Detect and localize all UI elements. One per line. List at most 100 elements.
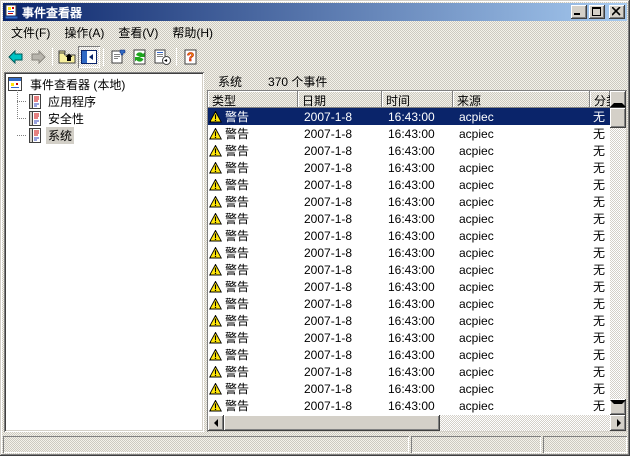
forward-icon — [30, 49, 46, 65]
event-category-cell: 无 — [590, 312, 610, 329]
table-row[interactable]: 警告2007-1-816:43:00acpiec无 — [208, 363, 610, 380]
event-source-cell: acpiec — [453, 127, 590, 141]
forward-button[interactable] — [27, 46, 49, 68]
vertical-scroll-thumb[interactable] — [610, 108, 626, 128]
event-type-label: 警告 — [225, 261, 249, 278]
event-date-cell: 2007-1-8 — [298, 348, 382, 362]
toolbar: ? — [3, 43, 627, 70]
table-row[interactable]: 警告2007-1-816:43:00acpiec无 — [208, 193, 610, 210]
table-row[interactable]: 警告2007-1-816:43:00acpiec无 — [208, 227, 610, 244]
event-category-cell: 无 — [590, 261, 610, 278]
table-row[interactable]: 警告2007-1-816:43:00acpiec无 — [208, 380, 610, 397]
event-time-cell: 16:43:00 — [382, 297, 453, 311]
event-time-cell: 16:43:00 — [382, 382, 453, 396]
menu-help[interactable]: 帮助(H) — [165, 22, 220, 43]
maximize-button[interactable] — [589, 5, 605, 19]
table-row[interactable]: 警告2007-1-816:43:00acpiec无 — [208, 261, 610, 278]
table-row[interactable]: 警告2007-1-816:43:00acpiec无 — [208, 312, 610, 329]
event-count: 370 个事件 — [268, 73, 327, 90]
event-type-label: 警告 — [225, 193, 249, 210]
export-list-button[interactable] — [151, 46, 173, 68]
column-header-time[interactable]: 时间 — [382, 91, 453, 108]
event-category-cell: 无 — [590, 363, 610, 380]
status-section — [3, 436, 409, 453]
scroll-left-button[interactable] — [208, 415, 224, 431]
table-row[interactable]: 警告2007-1-816:43:00acpiec无 — [208, 108, 610, 125]
event-time-cell: 16:43:00 — [382, 246, 453, 260]
tree-root-event-viewer[interactable]: 事件查看器 (本地) — [8, 76, 204, 93]
tree-item-security[interactable]: 安全性 — [8, 110, 204, 127]
column-header-source[interactable]: 来源 — [453, 91, 590, 108]
event-source-cell: acpiec — [453, 144, 590, 158]
vertical-scroll-track[interactable] — [610, 108, 626, 399]
event-source-cell: acpiec — [453, 161, 590, 175]
back-button[interactable] — [5, 46, 27, 68]
event-type-cell: 警告 — [208, 397, 298, 414]
table-row[interactable]: 警告2007-1-816:43:00acpiec无 — [208, 329, 610, 346]
event-type-cell: 警告 — [208, 261, 298, 278]
menu-file[interactable]: 文件(F) — [4, 22, 57, 43]
table-row[interactable]: 警告2007-1-816:43:00acpiec无 — [208, 244, 610, 261]
vertical-scrollbar[interactable] — [610, 91, 626, 415]
event-source-cell: acpiec — [453, 331, 590, 345]
event-type-label: 警告 — [225, 210, 249, 227]
tree-item-application[interactable]: 应用程序 — [8, 93, 204, 110]
warning-icon — [209, 196, 222, 208]
horizontal-scroll-thumb[interactable] — [224, 415, 440, 431]
event-category-cell: 无 — [590, 193, 610, 210]
warning-icon — [209, 230, 222, 242]
refresh-button[interactable] — [129, 46, 151, 68]
table-row[interactable]: 警告2007-1-816:43:00acpiec无 — [208, 125, 610, 142]
table-row[interactable]: 警告2007-1-816:43:00acpiec无 — [208, 210, 610, 227]
table-row[interactable]: 警告2007-1-816:43:00acpiec无 — [208, 397, 610, 414]
scroll-up-button[interactable] — [610, 91, 626, 108]
table-row[interactable]: 警告2007-1-816:43:00acpiec无 — [208, 176, 610, 193]
scroll-down-button[interactable] — [610, 399, 626, 415]
log-summary-banner: 系统 370 个事件 — [207, 72, 627, 90]
table-row[interactable]: 警告2007-1-816:43:00acpiec无 — [208, 278, 610, 295]
event-time-cell: 16:43:00 — [382, 365, 453, 379]
event-date-cell: 2007-1-8 — [298, 331, 382, 345]
warning-icon — [209, 145, 222, 157]
table-row[interactable]: 警告2007-1-816:43:00acpiec无 — [208, 346, 610, 363]
event-date-cell: 2007-1-8 — [298, 178, 382, 192]
event-category-cell: 无 — [590, 295, 610, 312]
scroll-right-button[interactable] — [610, 415, 626, 431]
table-row[interactable]: 警告2007-1-816:43:00acpiec无 — [208, 295, 610, 312]
warning-icon — [209, 383, 222, 395]
event-type-cell: 警告 — [208, 142, 298, 159]
event-type-label: 警告 — [225, 312, 249, 329]
up-arrow-icon — [610, 90, 626, 107]
up-one-level-button[interactable] — [56, 46, 78, 68]
event-list: 类型 日期 时间 来源 分类 警告2007-1-816:43:00acpiec无… — [207, 90, 627, 432]
title-bar[interactable]: 事件查看器 — [3, 3, 627, 21]
close-button[interactable] — [609, 5, 625, 19]
minimize-button[interactable] — [571, 5, 587, 19]
column-header-category[interactable]: 分类 — [590, 91, 610, 108]
horizontal-scrollbar[interactable] — [208, 415, 626, 431]
table-row[interactable]: 警告2007-1-816:43:00acpiec无 — [208, 159, 610, 176]
event-time-cell: 16:43:00 — [382, 331, 453, 345]
event-time-cell: 16:43:00 — [382, 399, 453, 413]
event-source-cell: acpiec — [453, 314, 590, 328]
tree-item-system[interactable]: 系统 — [8, 127, 204, 144]
event-source-cell: acpiec — [453, 229, 590, 243]
event-category-cell: 无 — [590, 108, 610, 125]
event-time-cell: 16:43:00 — [382, 144, 453, 158]
menu-view[interactable]: 查看(V) — [111, 22, 165, 43]
column-header-date[interactable]: 日期 — [298, 91, 382, 108]
warning-icon — [209, 247, 222, 259]
column-header-type[interactable]: 类型 — [208, 91, 298, 108]
properties-button[interactable] — [107, 46, 129, 68]
status-section — [543, 436, 627, 453]
show-hide-console-tree-button[interactable] — [78, 46, 100, 68]
menu-action[interactable]: 操作(A) — [57, 22, 111, 43]
event-time-cell: 16:43:00 — [382, 229, 453, 243]
event-type-label: 警告 — [225, 278, 249, 295]
event-time-cell: 16:43:00 — [382, 263, 453, 277]
event-source-cell: acpiec — [453, 212, 590, 226]
table-row[interactable]: 警告2007-1-816:43:00acpiec无 — [208, 142, 610, 159]
help-button[interactable]: ? — [180, 46, 202, 68]
warning-icon — [209, 128, 222, 140]
event-date-cell: 2007-1-8 — [298, 365, 382, 379]
